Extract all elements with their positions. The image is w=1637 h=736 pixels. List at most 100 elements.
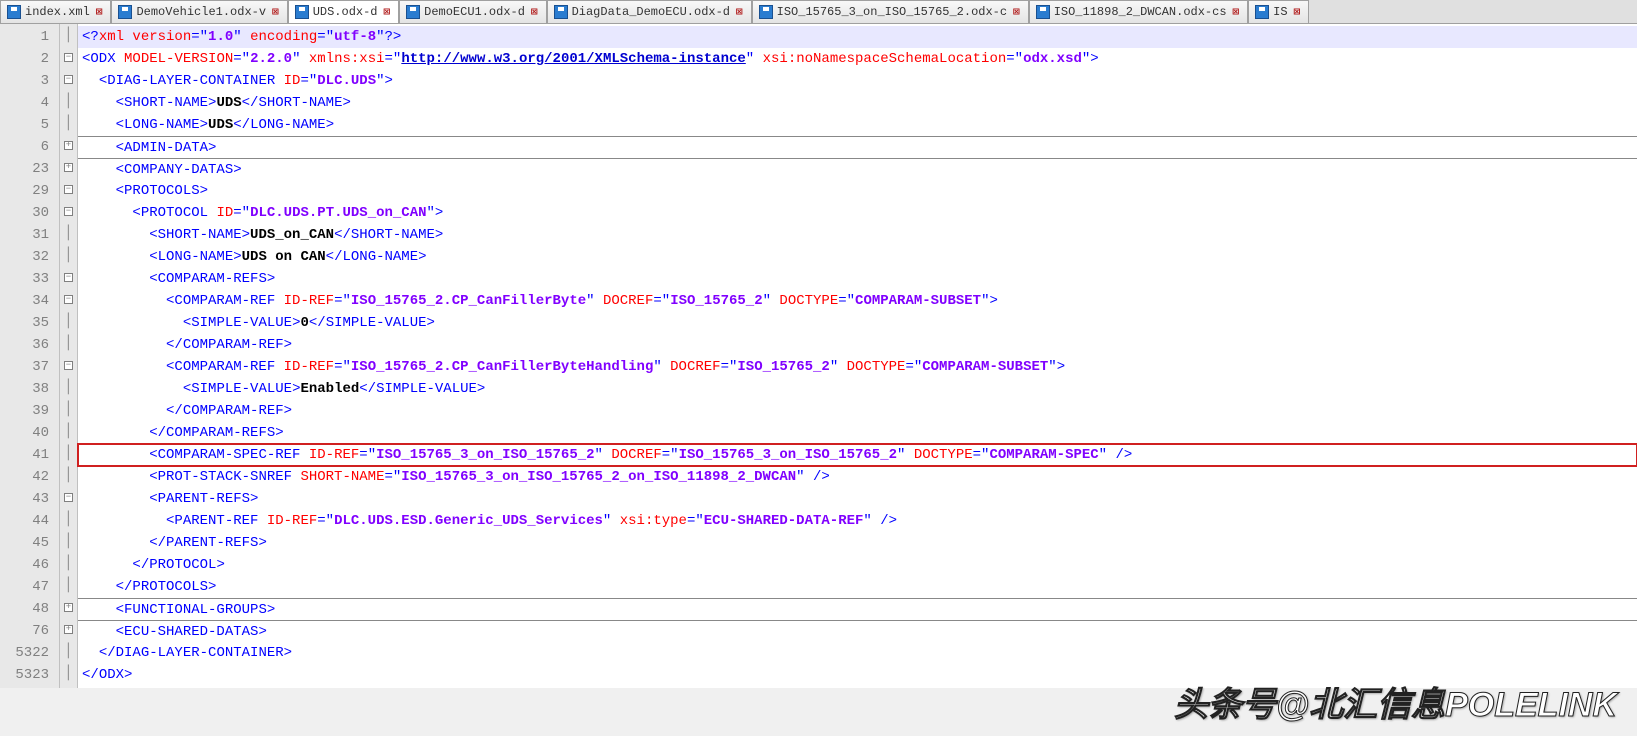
fold-marker[interactable]: │ [60,530,77,552]
fold-marker[interactable]: │ [60,376,77,398]
code-line[interactable]: <?xml version="1.0" encoding="utf-8"?> [78,26,1637,48]
tab-0[interactable]: index.xml ⊠ [0,0,111,23]
fold-marker[interactable]: │ [60,332,77,354]
line-number: 5 [4,114,49,136]
code-area[interactable]: <?xml version="1.0" encoding="utf-8"?><O… [78,24,1637,688]
code-line[interactable]: <ODX MODEL-VERSION="2.2.0" xmlns:xsi="ht… [78,48,1637,70]
line-number: 39 [4,400,49,422]
tab-3[interactable]: DemoECU1.odx-d⊠ [399,0,546,23]
fold-column[interactable]: │−−││++−−││−−││−│││││−││││++││ [60,24,78,688]
code-line[interactable]: <PROTOCOLS> [78,180,1637,202]
fold-marker[interactable]: + [60,134,77,156]
line-number: 46 [4,554,49,576]
code-line[interactable]: <FUNCTIONAL-GROUPS> [78,598,1637,620]
line-number: 32 [4,246,49,268]
code-line[interactable]: <PROT-STACK-SNREF SHORT-NAME="ISO_15765_… [78,466,1637,488]
fold-marker[interactable]: + [60,596,77,618]
fold-marker[interactable]: − [60,68,77,90]
fold-marker[interactable]: │ [60,552,77,574]
code-line[interactable]: <PROTOCOL ID="DLC.UDS.PT.UDS_on_CAN"> [78,202,1637,224]
fold-marker[interactable]: │ [60,310,77,332]
code-line[interactable]: </PROTOCOLS> [78,576,1637,598]
line-number: 30 [4,202,49,224]
code-line[interactable]: <COMPANY-DATAS> [78,158,1637,180]
tab-label: DiagData_DemoECU.odx-d [572,5,730,19]
file-icon [1036,5,1050,19]
code-line[interactable]: <DIAG-LAYER-CONTAINER ID="DLC.UDS"> [78,70,1637,92]
code-line[interactable]: <ADMIN-DATA> [78,136,1637,158]
close-icon[interactable]: ⊠ [734,5,745,19]
close-icon[interactable]: ⊠ [382,5,393,19]
tab-6[interactable]: ISO_11898_2_DWCAN.odx-cs⊠ [1029,0,1248,23]
fold-marker[interactable]: │ [60,662,77,684]
fold-marker[interactable]: │ [60,420,77,442]
line-number: 45 [4,532,49,554]
fold-marker[interactable]: │ [60,24,77,46]
fold-marker[interactable]: │ [60,442,77,464]
close-icon[interactable]: ⊠ [1231,5,1242,19]
code-line[interactable]: <COMPARAM-REF ID-REF="ISO_15765_2.CP_Can… [78,356,1637,378]
code-line[interactable]: <ECU-SHARED-DATAS> [78,620,1637,642]
line-number: 1 [4,26,49,48]
fold-marker[interactable]: − [60,288,77,310]
close-icon[interactable]: ⊠ [270,5,281,19]
line-number: 48 [4,598,49,620]
fold-marker[interactable]: − [60,46,77,68]
code-line[interactable]: <SHORT-NAME>UDS_on_CAN</SHORT-NAME> [78,224,1637,246]
fold-marker[interactable]: − [60,354,77,376]
line-number: 34 [4,290,49,312]
fold-marker[interactable]: │ [60,112,77,134]
tab-label: index.xml [25,5,90,19]
code-line[interactable]: <SIMPLE-VALUE>0</SIMPLE-VALUE> [78,312,1637,334]
close-icon[interactable]: ⊠ [529,5,540,19]
code-line[interactable]: </COMPARAM-REF> [78,334,1637,356]
fold-marker[interactable]: │ [60,244,77,266]
fold-marker[interactable]: − [60,178,77,200]
fold-marker[interactable]: + [60,156,77,178]
fold-marker[interactable]: │ [60,508,77,530]
code-line[interactable]: <PARENT-REFS> [78,488,1637,510]
fold-marker[interactable]: │ [60,640,77,662]
fold-marker[interactable]: │ [60,398,77,420]
code-line[interactable]: <LONG-NAME>UDS</LONG-NAME> [78,114,1637,136]
code-line[interactable]: </COMPARAM-REF> [78,400,1637,422]
fold-marker[interactable]: − [60,200,77,222]
fold-marker[interactable]: + [60,618,77,640]
code-line[interactable]: </PARENT-REFS> [78,532,1637,554]
code-line[interactable]: </COMPARAM-REFS> [78,422,1637,444]
code-line[interactable]: </ODX> [78,664,1637,686]
close-icon[interactable]: ⊠ [1292,5,1303,19]
fold-marker[interactable]: − [60,486,77,508]
close-icon[interactable]: ⊠ [94,5,105,19]
code-line[interactable]: </DIAG-LAYER-CONTAINER> [78,642,1637,664]
line-number: 5323 [4,664,49,686]
code-line[interactable]: <PARENT-REF ID-REF="DLC.UDS.ESD.Generic_… [78,510,1637,532]
code-line[interactable]: <COMPARAM-SPEC-REF ID-REF="ISO_15765_3_o… [78,444,1637,466]
tab-7[interactable]: IS⊠ [1248,0,1309,23]
code-line[interactable]: <SIMPLE-VALUE>Enabled</SIMPLE-VALUE> [78,378,1637,400]
code-line[interactable]: <COMPARAM-REFS> [78,268,1637,290]
line-number: 5322 [4,642,49,664]
line-number: 44 [4,510,49,532]
code-line[interactable]: <COMPARAM-REF ID-REF="ISO_15765_2.CP_Can… [78,290,1637,312]
fold-marker[interactable]: − [60,266,77,288]
code-line[interactable]: <LONG-NAME>UDS on CAN</LONG-NAME> [78,246,1637,268]
close-icon[interactable]: ⊠ [1011,5,1022,19]
fold-marker[interactable]: │ [60,222,77,244]
fold-marker[interactable]: │ [60,464,77,486]
code-editor: 1234562329303132333435363738394041424344… [0,24,1637,688]
line-number: 76 [4,620,49,642]
code-line[interactable]: <SHORT-NAME>UDS</SHORT-NAME> [78,92,1637,114]
tab-1[interactable]: DemoVehicle1.odx-v⊠ [111,0,287,23]
file-icon [406,5,420,19]
tab-4[interactable]: DiagData_DemoECU.odx-d ⊠ [547,0,752,23]
line-gutter: 1234562329303132333435363738394041424344… [0,24,60,688]
line-number: 38 [4,378,49,400]
fold-marker[interactable]: │ [60,574,77,596]
tab-bar: index.xml⊠DemoVehicle1.odx-v⊠UDS.odx-d⊠D… [0,0,1637,24]
tab-2[interactable]: UDS.odx-d⊠ [288,0,399,23]
tab-5[interactable]: ISO_15765_3_on_ISO_15765_2.odx-c ⊠ [752,0,1029,23]
tab-label: ISO_15765_3_on_ISO_15765_2.odx-c [777,5,1007,19]
fold-marker[interactable]: │ [60,90,77,112]
code-line[interactable]: </PROTOCOL> [78,554,1637,576]
